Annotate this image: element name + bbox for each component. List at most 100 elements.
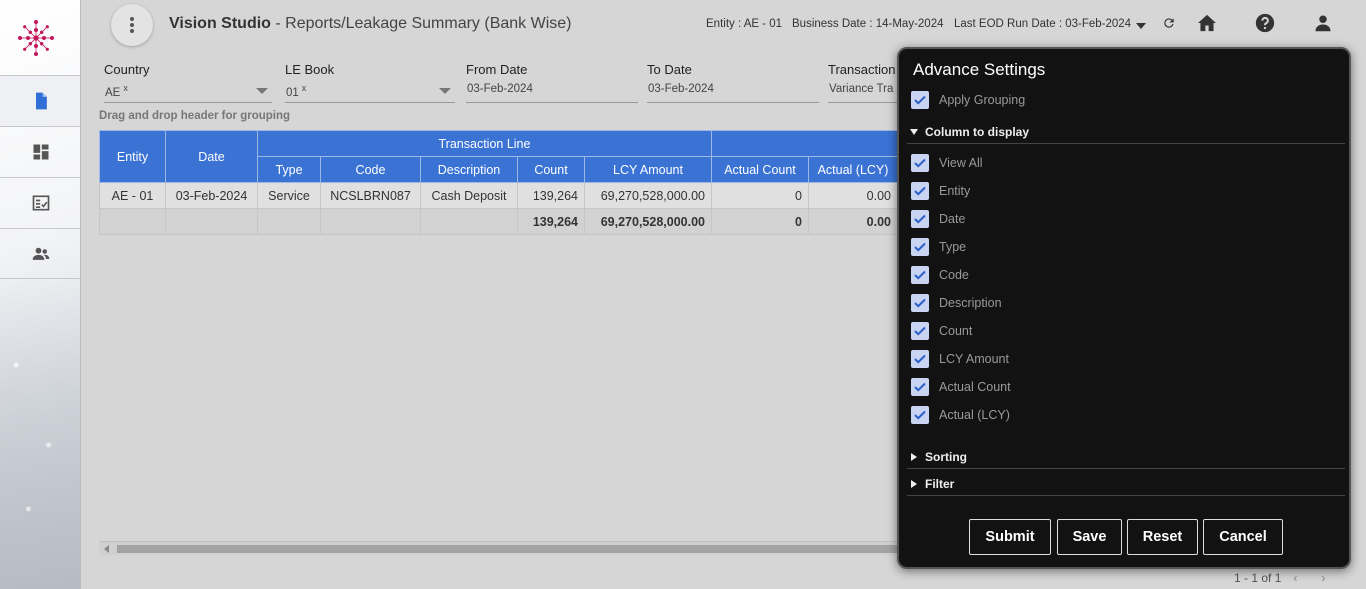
column-option-checkbox[interactable]: Count	[911, 321, 972, 341]
checkbox-checked-icon[interactable]	[911, 210, 929, 228]
transaction-filter[interactable]: Transaction Variance Tra	[828, 62, 897, 103]
page-path: - Reports/Leakage Summary (Bank Wise)	[270, 15, 572, 32]
next-page-button[interactable]: ›	[1321, 571, 1325, 585]
column-header-code[interactable]: Code	[320, 156, 421, 183]
collapsed-caret-icon	[911, 452, 917, 461]
from-date-input[interactable]: 03-Feb-2024	[466, 83, 638, 103]
sidebar-item-checklist[interactable]	[0, 177, 80, 228]
refresh-button[interactable]	[1158, 12, 1180, 34]
cell-actual-count: 0	[711, 182, 809, 209]
apply-grouping-checkbox[interactable]: Apply Grouping	[911, 90, 1025, 110]
filter-label: To Date	[647, 62, 692, 77]
transaction-select[interactable]: Variance Tra	[828, 83, 897, 103]
column-header-lcy-amount[interactable]: LCY Amount	[584, 156, 712, 183]
user-button[interactable]	[1312, 12, 1334, 34]
help-icon	[1255, 13, 1275, 33]
business-date-value: 14-May-2024	[875, 18, 944, 30]
column-option-checkbox[interactable]: View All	[911, 153, 983, 173]
eod-value: 03-Feb-2024	[1065, 18, 1132, 30]
reset-button[interactable]: Reset	[1127, 519, 1198, 555]
business-date-info: Business Date : 14-May-2024	[792, 18, 944, 30]
submit-button[interactable]: Submit	[969, 519, 1051, 555]
le-book-select[interactable]: 01 x	[285, 83, 455, 103]
column-header-type[interactable]: Type	[257, 156, 321, 183]
to-date-input[interactable]: 03-Feb-2024	[647, 83, 819, 103]
cancel-button[interactable]: Cancel	[1203, 519, 1283, 555]
checkbox-checked-icon[interactable]	[911, 182, 929, 200]
checkbox-checked-icon[interactable]	[911, 91, 929, 109]
from-date-filter[interactable]: From Date 03-Feb-2024	[466, 62, 638, 103]
cell-description: Cash Deposit	[420, 182, 518, 209]
checkbox-checked-icon[interactable]	[911, 406, 929, 424]
checkbox-checked-icon[interactable]	[911, 294, 929, 312]
scrollbar-thumb[interactable]	[117, 545, 897, 553]
column-header-description[interactable]: Description	[420, 156, 518, 183]
pagination: 1 - 1 of 1 ‹ ›	[1234, 571, 1325, 585]
report-icon	[35, 92, 47, 110]
more-menu-button[interactable]	[111, 4, 153, 46]
chevron-down-icon[interactable]	[439, 88, 451, 94]
refresh-icon	[1164, 18, 1174, 28]
checkbox-label: Actual (LCY)	[939, 408, 1010, 422]
column-option-checkbox[interactable]: Actual Count	[911, 377, 1011, 397]
sidebar-item-users[interactable]	[0, 228, 80, 279]
help-button[interactable]	[1254, 12, 1276, 34]
more-vert-icon	[130, 17, 134, 33]
collapsed-caret-icon	[911, 479, 917, 488]
totals-row: 139,264 69,270,528,000.00 0 0.00	[99, 208, 898, 235]
entity-label: Entity :	[706, 18, 744, 30]
filter-label: Country	[104, 62, 150, 77]
to-date-filter[interactable]: To Date 03-Feb-2024	[647, 62, 819, 103]
column-to-display-section[interactable]: Column to display	[907, 120, 1345, 144]
chevron-down-icon[interactable]	[256, 88, 268, 94]
grouping-drop-zone[interactable]: Drag and drop header for grouping	[99, 110, 290, 122]
column-option-checkbox[interactable]: LCY Amount	[911, 349, 1009, 369]
checkbox-checked-icon[interactable]	[911, 378, 929, 396]
scroll-left-icon[interactable]	[104, 545, 109, 553]
filter-section[interactable]: Filter	[907, 472, 1345, 496]
sorting-section[interactable]: Sorting	[907, 445, 1345, 469]
column-header-count[interactable]: Count	[517, 156, 585, 183]
clear-le-book-icon[interactable]: x	[302, 83, 307, 93]
pagination-text: 1 - 1 of 1	[1234, 571, 1282, 585]
country-select[interactable]: AE x	[104, 83, 272, 103]
sidebar-item-reports[interactable]	[0, 75, 80, 126]
horizontal-scrollbar[interactable]	[99, 541, 899, 555]
checkbox-checked-icon[interactable]	[911, 266, 929, 284]
column-header-actual-lcy[interactable]: Actual (LCY)	[808, 156, 898, 183]
sidebar-item-dashboard[interactable]	[0, 126, 80, 177]
checkbox-label: Entity	[939, 184, 971, 198]
panel-title: Advance Settings	[913, 60, 1046, 79]
column-option-checkbox[interactable]: Date	[911, 209, 965, 229]
column-header-actual-count[interactable]: Actual Count	[711, 156, 809, 183]
sidebar	[0, 0, 81, 589]
prev-page-button[interactable]: ‹	[1293, 571, 1297, 585]
country-filter[interactable]: Country AE x	[104, 62, 276, 103]
users-icon	[32, 247, 49, 260]
home-button[interactable]	[1196, 12, 1218, 34]
checkbox-label: Date	[939, 212, 966, 226]
checkbox-checked-icon[interactable]	[911, 350, 929, 368]
business-date-label: Business Date :	[792, 18, 876, 30]
le-book-filter[interactable]: LE Book 01 x	[285, 62, 457, 103]
filter-label: Transaction	[828, 62, 896, 77]
column-header-date[interactable]: Date	[165, 130, 258, 183]
save-button[interactable]: Save	[1057, 519, 1122, 555]
total-cell	[320, 208, 421, 235]
column-option-checkbox[interactable]: Description	[911, 293, 1002, 313]
caret-down-icon	[1136, 23, 1146, 29]
clear-country-icon[interactable]: x	[123, 83, 128, 93]
column-option-checkbox[interactable]: Code	[911, 265, 969, 285]
checkbox-checked-icon[interactable]	[911, 154, 929, 172]
column-header-entity[interactable]: Entity	[99, 130, 166, 183]
checkbox-checked-icon[interactable]	[911, 238, 929, 256]
cell-type: Service	[257, 182, 321, 209]
table-row[interactable]: AE - 01 03-Feb-2024 Service NCSLBRN087 C…	[99, 182, 898, 209]
eod-dropdown-button[interactable]	[1131, 15, 1151, 37]
cell-lcy-amount: 69,270,528,000.00	[584, 182, 712, 209]
checkbox-checked-icon[interactable]	[911, 322, 929, 340]
column-option-checkbox[interactable]: Entity	[911, 181, 970, 201]
checklist-icon	[32, 195, 49, 211]
column-option-checkbox[interactable]: Type	[911, 237, 966, 257]
column-option-checkbox[interactable]: Actual (LCY)	[911, 405, 1010, 425]
